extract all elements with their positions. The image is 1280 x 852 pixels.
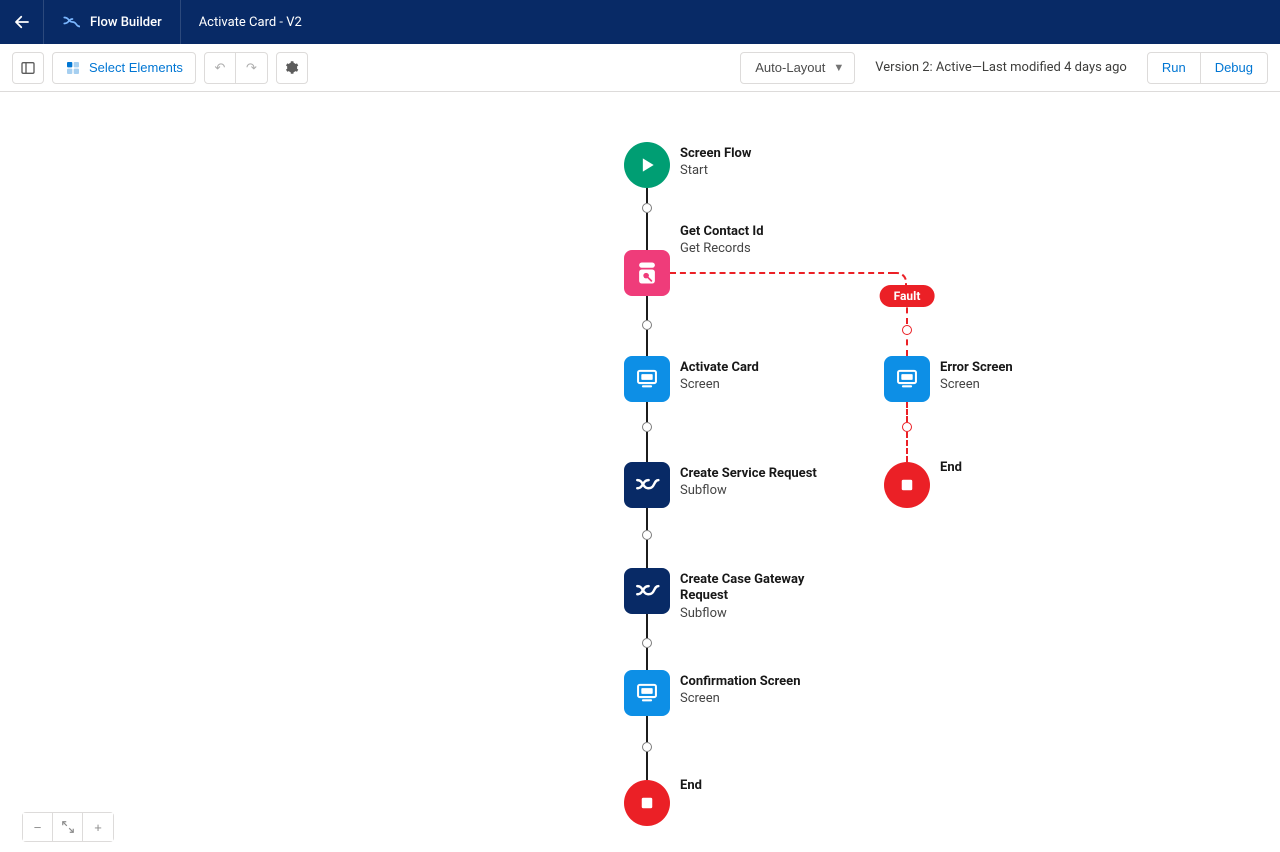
node-subtitle: Get Records (680, 241, 764, 256)
fault-label-text: Fault (894, 289, 921, 303)
fault-label: Fault (880, 285, 935, 307)
node-subtitle: Screen (940, 377, 1013, 392)
node-title: Create Case Gateway Request (680, 572, 850, 605)
connector (646, 432, 648, 462)
fault-connector (906, 402, 908, 422)
node-title: Screen Flow (680, 146, 751, 162)
zoom-in-button[interactable]: + (83, 813, 113, 841)
screen-icon (624, 356, 670, 402)
node-title: Get Contact Id (680, 224, 764, 240)
connector (646, 330, 648, 356)
flow-icon (62, 13, 80, 31)
connector (646, 213, 648, 250)
add-node-dot[interactable] (642, 203, 652, 213)
app-name-region: Flow Builder (44, 0, 181, 44)
node-subtitle: Start (680, 163, 751, 178)
connector (646, 402, 648, 422)
node-title: End (940, 460, 962, 476)
undo-redo-group: ↶ ↷ (204, 52, 268, 84)
app-name: Flow Builder (90, 15, 162, 30)
node-title: Activate Card (680, 360, 759, 376)
zoom-fit-button[interactable] (53, 813, 83, 841)
node-title: Confirmation Screen (680, 674, 800, 690)
select-elements-label: Select Elements (89, 60, 183, 75)
add-node-dot[interactable] (642, 638, 652, 648)
panel-icon (20, 60, 36, 76)
start-icon (624, 142, 670, 188)
run-debug-group: Run Debug (1147, 52, 1268, 84)
fit-icon (61, 820, 75, 834)
fault-connector-corner (893, 272, 907, 286)
subflow-icon (624, 568, 670, 614)
toggle-panel-button[interactable] (12, 52, 44, 84)
add-node-dot[interactable] (642, 530, 652, 540)
node-create-service-request[interactable]: Create Service Request Subflow (624, 462, 817, 508)
canvas-inner: Fault Screen Flow Start Get Contact Id G… (0, 92, 1280, 852)
node-title: End (680, 778, 702, 794)
end-icon (624, 780, 670, 826)
node-subtitle: Subflow (680, 483, 817, 498)
subflow-icon (624, 462, 670, 508)
select-elements-button[interactable]: Select Elements (52, 52, 196, 84)
plus-icon: + (94, 820, 102, 835)
node-title: Error Screen (940, 360, 1013, 376)
node-get-contact[interactable]: Get Contact Id Get Records (624, 250, 764, 296)
screen-icon (884, 356, 930, 402)
redo-icon: ↷ (246, 60, 257, 76)
fault-connector (906, 432, 908, 462)
run-label: Run (1162, 60, 1186, 75)
arrow-left-icon (13, 13, 31, 31)
add-node-dot[interactable] (642, 320, 652, 330)
flow-canvas[interactable]: Fault Screen Flow Start Get Contact Id G… (0, 92, 1280, 852)
gear-icon (284, 60, 299, 75)
back-button[interactable] (0, 0, 44, 44)
undo-icon: ↶ (214, 60, 225, 76)
end-icon (884, 462, 930, 508)
undo-button[interactable]: ↶ (204, 52, 236, 84)
node-start[interactable]: Screen Flow Start (624, 142, 751, 188)
minus-icon: − (34, 820, 42, 835)
connector (646, 752, 648, 780)
node-title: Create Service Request (680, 466, 817, 482)
connector (646, 296, 648, 320)
get-records-icon (624, 250, 670, 296)
debug-label: Debug (1215, 60, 1253, 75)
layout-mode-select[interactable]: Auto-Layout ▼ (740, 52, 855, 84)
toolbar: Select Elements ↶ ↷ Auto-Layout ▼ Versio… (0, 44, 1280, 92)
node-end-error[interactable]: End (884, 462, 962, 508)
add-node-dot[interactable] (642, 422, 652, 432)
node-create-case-gateway[interactable]: Create Case Gateway Request Subflow (624, 568, 850, 621)
run-button[interactable]: Run (1147, 52, 1201, 84)
app-header: Flow Builder Activate Card - V2 (0, 0, 1280, 44)
version-status: Version 2: Active—Last modified 4 days a… (863, 60, 1139, 75)
node-activate-card[interactable]: Activate Card Screen (624, 356, 759, 402)
screen-icon (624, 670, 670, 716)
settings-button[interactable] (276, 52, 308, 84)
node-error-screen[interactable]: Error Screen Screen (884, 356, 1013, 402)
node-subtitle: Subflow (680, 606, 850, 621)
add-node-dot[interactable] (902, 325, 912, 335)
add-node-dot[interactable] (902, 422, 912, 432)
debug-button[interactable]: Debug (1201, 52, 1268, 84)
connector (646, 508, 648, 530)
node-confirmation-screen[interactable]: Confirmation Screen Screen (624, 670, 800, 716)
connector (646, 188, 648, 203)
layout-mode-label: Auto-Layout (755, 60, 825, 75)
node-end-main[interactable]: End (624, 780, 702, 826)
redo-button[interactable]: ↷ (236, 52, 268, 84)
connector (646, 648, 648, 670)
connector (646, 716, 648, 742)
add-node-dot[interactable] (642, 742, 652, 752)
zoom-controls: − + (22, 812, 114, 842)
node-subtitle: Screen (680, 691, 800, 706)
chevron-down-icon: ▼ (833, 62, 844, 74)
zoom-out-button[interactable]: − (23, 813, 53, 841)
node-subtitle: Screen (680, 377, 759, 392)
select-icon (65, 60, 81, 76)
flow-title: Activate Card - V2 (181, 15, 320, 30)
connector (646, 540, 648, 568)
